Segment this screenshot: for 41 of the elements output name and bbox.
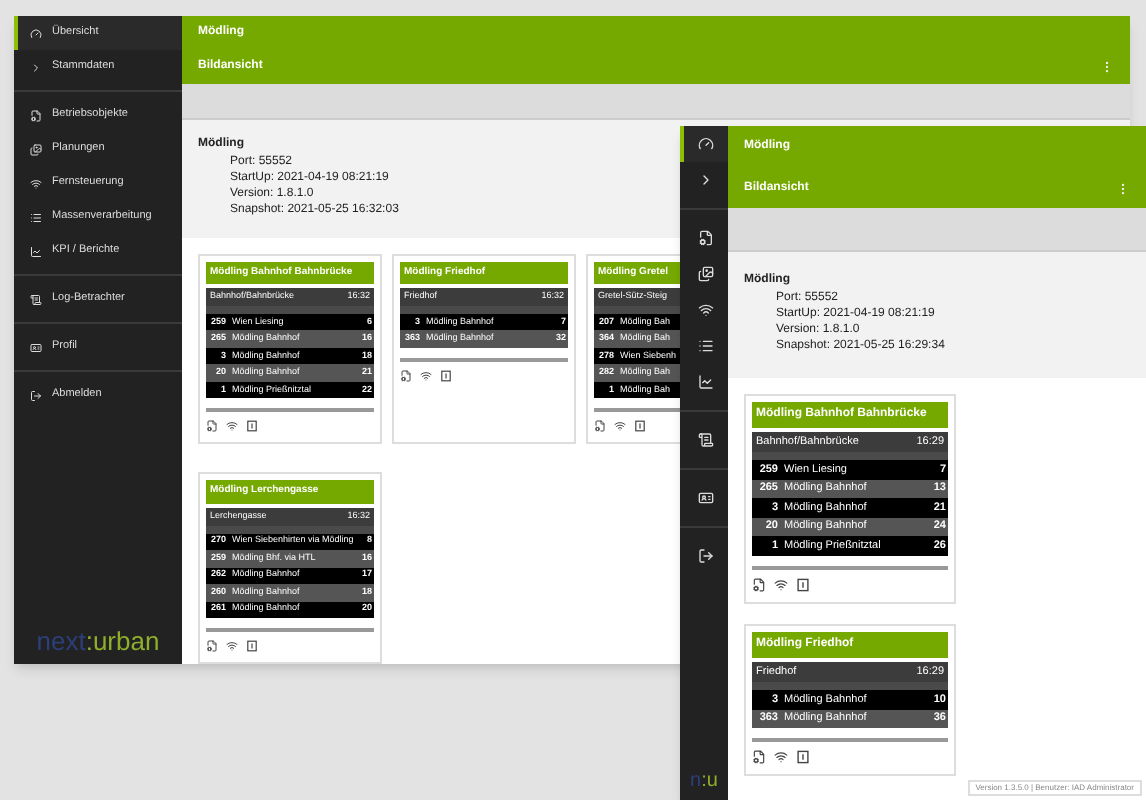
note-icon[interactable]: [246, 420, 258, 433]
note-icon[interactable]: [440, 369, 452, 382]
document-gear-icon[interactable]: [752, 577, 766, 592]
document-gear-icon[interactable]: [752, 750, 766, 764]
note-icon[interactable]: [796, 750, 810, 764]
list-icon: [698, 338, 714, 354]
gauge-icon: [30, 27, 42, 39]
exit-icon: [698, 548, 714, 564]
note-icon[interactable]: [634, 420, 646, 433]
wifi-icon[interactable]: [774, 577, 788, 592]
id-card-icon: [30, 341, 42, 353]
chevron-right-icon: [698, 172, 714, 188]
scroll-icon: [698, 432, 714, 448]
chevron-right-icon: [30, 61, 42, 73]
document-gear-icon[interactable]: [206, 420, 218, 433]
note-icon[interactable]: [796, 577, 810, 592]
line-chart-icon: [30, 245, 42, 257]
wifi-icon: [698, 302, 714, 318]
document-gear-icon: [698, 230, 714, 246]
document-gear-icon: [30, 109, 42, 121]
note-icon[interactable]: [246, 640, 258, 652]
logo: n:u: [688, 768, 720, 796]
id-card-icon: [698, 490, 714, 506]
wifi-icon[interactable]: [226, 640, 238, 652]
document-gear-icon[interactable]: [594, 420, 606, 433]
scroll-icon: [30, 293, 42, 305]
wifi-icon[interactable]: [614, 420, 626, 433]
logo: next:urban: [34, 623, 162, 659]
exit-icon: [30, 389, 42, 401]
wifi-icon[interactable]: [774, 750, 788, 764]
wifi-icon: [30, 177, 42, 189]
wifi-icon[interactable]: [420, 369, 432, 382]
list-icon: [30, 211, 42, 223]
wifi-icon[interactable]: [226, 420, 238, 433]
sidebar-item[interactable]: [680, 126, 728, 162]
document-gear-icon[interactable]: [400, 369, 412, 382]
gauge-icon: [698, 136, 714, 152]
line-chart-icon: [698, 374, 714, 390]
images-icon: [698, 266, 714, 282]
images-icon: [30, 143, 42, 155]
document-gear-icon[interactable]: [206, 640, 218, 652]
